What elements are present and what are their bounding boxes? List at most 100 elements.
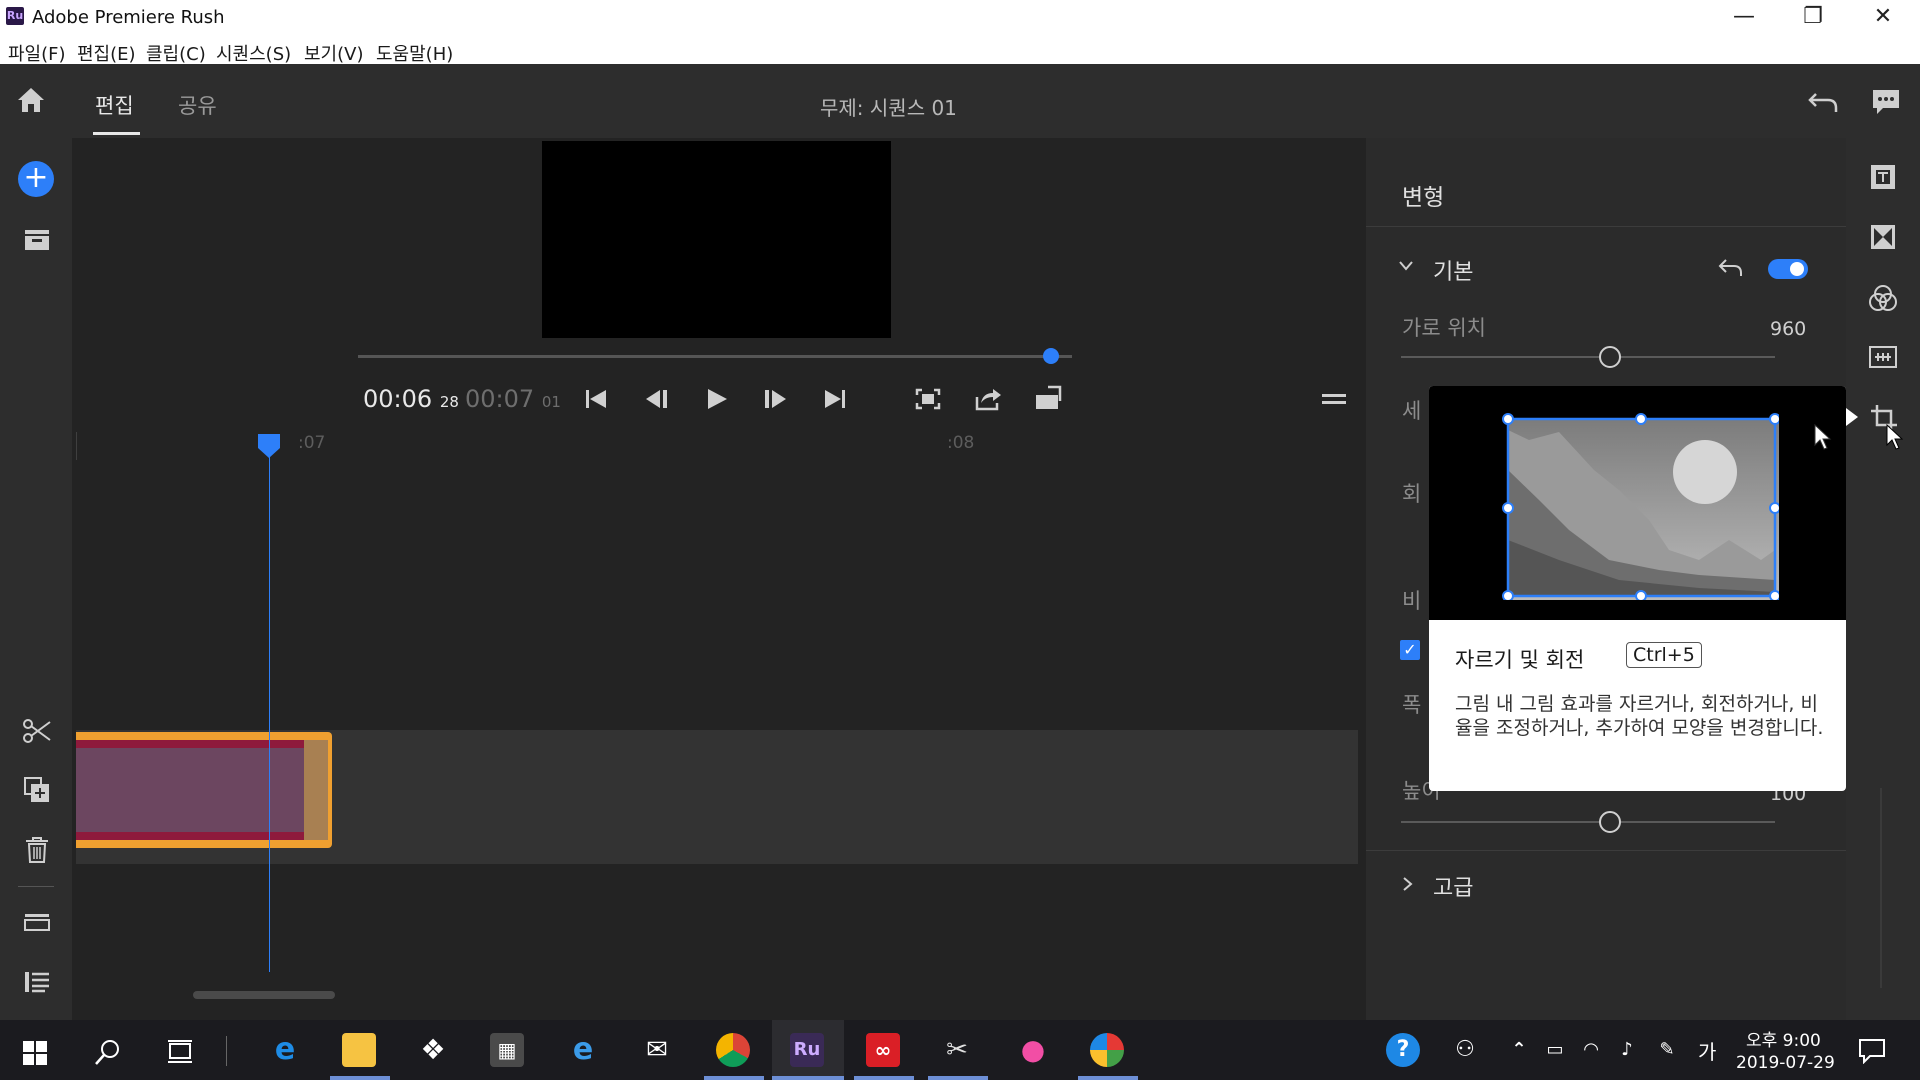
show-hidden-icons-icon[interactable]: ⌃	[1502, 1033, 1536, 1067]
section-basic-label[interactable]: 기본	[1433, 254, 1473, 286]
lock-ratio-checkbox[interactable]: ✓	[1400, 640, 1420, 660]
volume-icon[interactable]: ♪	[1610, 1033, 1644, 1067]
playhead-handle[interactable]	[256, 432, 282, 460]
fit-to-screen-icon[interactable]	[915, 388, 941, 410]
height-slider[interactable]	[1401, 821, 1775, 823]
current-time: 00:06	[363, 385, 433, 413]
pen-icon[interactable]: ✎	[1650, 1033, 1684, 1067]
duplicate-clip-icon[interactable]	[23, 776, 51, 804]
menu-file[interactable]: 파일(F)	[8, 40, 66, 66]
add-media-button[interactable]: +	[18, 161, 54, 197]
speed-icon[interactable]	[1869, 346, 1897, 368]
help-icon[interactable]: ?	[1386, 1033, 1420, 1067]
menu-clip[interactable]: 클립(C)	[146, 40, 206, 66]
battery-icon[interactable]: ▭	[1538, 1033, 1572, 1067]
edge-icon[interactable]: e	[268, 1033, 302, 1067]
height-knob[interactable]	[1599, 811, 1621, 833]
share-frame-icon[interactable]	[975, 387, 1003, 411]
current-frames: 28	[439, 393, 459, 411]
ruler-label-08: :08	[947, 433, 975, 453]
chrome-icon[interactable]	[716, 1033, 750, 1067]
menu-edit[interactable]: 편집(E)	[77, 40, 136, 66]
titles-icon[interactable]	[1870, 164, 1896, 190]
play-icon[interactable]	[705, 387, 729, 411]
app-header: 편집 공유 무제: 시퀀스 01	[0, 64, 1920, 138]
step-forward-icon[interactable]	[762, 388, 788, 410]
obscured-label-3: 비	[1402, 589, 1422, 613]
clock-date[interactable]: 2019-07-29	[1736, 1053, 1835, 1073]
task-view-icon[interactable]	[166, 1040, 194, 1064]
list-view-icon[interactable]	[23, 970, 51, 994]
tooltip-pointer-icon	[1846, 408, 1858, 426]
menu-help[interactable]: 도움말(H)	[376, 40, 453, 66]
current-timecode: 00:06 28	[363, 385, 459, 413]
reset-icon[interactable]	[1718, 258, 1744, 278]
undo-icon[interactable]	[1808, 88, 1840, 116]
ruler-label-07: :07	[298, 433, 326, 453]
creative-cloud-active	[854, 1076, 914, 1080]
paint-icon[interactable]: ✂	[940, 1033, 974, 1067]
panel-menu-icon[interactable]	[1322, 392, 1346, 406]
left-toolbar: +	[0, 138, 72, 1020]
go-to-start-icon[interactable]	[584, 388, 608, 410]
feedback-icon[interactable]	[1871, 88, 1901, 116]
video-preview[interactable]	[542, 141, 891, 338]
total-time: 00:07	[465, 385, 535, 413]
horizontal-position-knob[interactable]	[1599, 346, 1621, 368]
tooltip-title: 자르기 및 회전	[1455, 648, 1585, 672]
tab-share[interactable]: 공유	[178, 90, 217, 120]
tooltip-preview	[1429, 386, 1846, 620]
windows-start-icon[interactable]	[22, 1040, 48, 1066]
creative-cloud-icon[interactable]: ∞	[866, 1033, 900, 1067]
tooltip-crop-illustration	[1502, 413, 1779, 600]
menu-bar: 파일(F) 편집(E) 클립(C) 시퀀스(S) 보기(V) 도움말(H)	[0, 36, 1920, 66]
delete-clip-icon[interactable]	[24, 836, 50, 864]
file-explorer-icon[interactable]	[342, 1033, 376, 1067]
dropbox-icon[interactable]: ❖	[416, 1033, 450, 1067]
media-app-icon[interactable]	[1090, 1033, 1124, 1067]
scrub-bar-track[interactable]	[358, 348, 1072, 364]
clock-time[interactable]: 오후 9:00	[1746, 1026, 1821, 1051]
chevron-right-icon[interactable]	[1402, 876, 1414, 892]
timeline-clip[interactable]	[76, 732, 332, 848]
tooltip-description: 그림 내 그림 효과를 자르거나, 회전하거나, 비율을 조정하거나, 추가하여…	[1455, 693, 1824, 739]
right-rail-scrollbar[interactable]	[1880, 788, 1882, 988]
basic-enable-toggle[interactable]	[1768, 259, 1808, 279]
tab-edit[interactable]: 편집	[95, 90, 134, 120]
chevron-down-icon[interactable]	[1398, 260, 1414, 272]
timeline-scrollbar[interactable]	[193, 991, 335, 999]
color-icon[interactable]	[1869, 284, 1897, 312]
track-controls-icon[interactable]	[23, 911, 51, 933]
transitions-icon[interactable]	[1870, 224, 1896, 250]
section-advanced-label[interactable]: 고급	[1433, 870, 1473, 902]
scrub-bar-knob[interactable]	[1042, 348, 1059, 364]
horizontal-position-slider[interactable]	[1401, 356, 1775, 358]
sequence-title[interactable]: 무제: 시퀀스 01	[820, 92, 957, 121]
ime-indicator[interactable]: 가	[1698, 1036, 1716, 1065]
search-icon[interactable]	[94, 1038, 122, 1066]
window-title: Adobe Premiere Rush	[32, 7, 225, 28]
store-icon[interactable]: ▦	[490, 1033, 524, 1067]
premiere-rush-active	[772, 1076, 844, 1080]
minimize-button[interactable]: —	[1709, 0, 1779, 36]
restore-button[interactable]: ❐	[1778, 0, 1848, 36]
notifications-icon[interactable]	[1858, 1038, 1886, 1064]
home-icon[interactable]	[16, 86, 46, 114]
close-button[interactable]: ✕	[1848, 0, 1918, 36]
step-back-icon[interactable]	[644, 388, 670, 410]
obscured-label-4: 폭	[1402, 693, 1422, 717]
internet-explorer-icon[interactable]: e	[566, 1033, 600, 1067]
horizontal-position-label: 가로 위치	[1402, 316, 1486, 340]
menu-sequence[interactable]: 시퀀스(S)	[216, 40, 291, 66]
menu-view[interactable]: 보기(V)	[304, 40, 363, 66]
wifi-icon[interactable]: ◠	[1574, 1033, 1608, 1067]
aspect-ratio-icon[interactable]	[1034, 385, 1062, 411]
project-assets-icon[interactable]	[23, 228, 51, 252]
people-icon[interactable]: ⚇	[1448, 1033, 1482, 1067]
horizontal-position-value[interactable]: 960	[1770, 318, 1806, 340]
mail-icon[interactable]: ✉	[640, 1033, 674, 1067]
maps-icon[interactable]: ●	[1016, 1033, 1050, 1067]
title-bar: Ru Adobe Premiere Rush — ❐ ✕	[0, 0, 1920, 36]
split-clip-icon[interactable]	[22, 718, 52, 744]
go-to-end-icon[interactable]	[823, 388, 847, 410]
